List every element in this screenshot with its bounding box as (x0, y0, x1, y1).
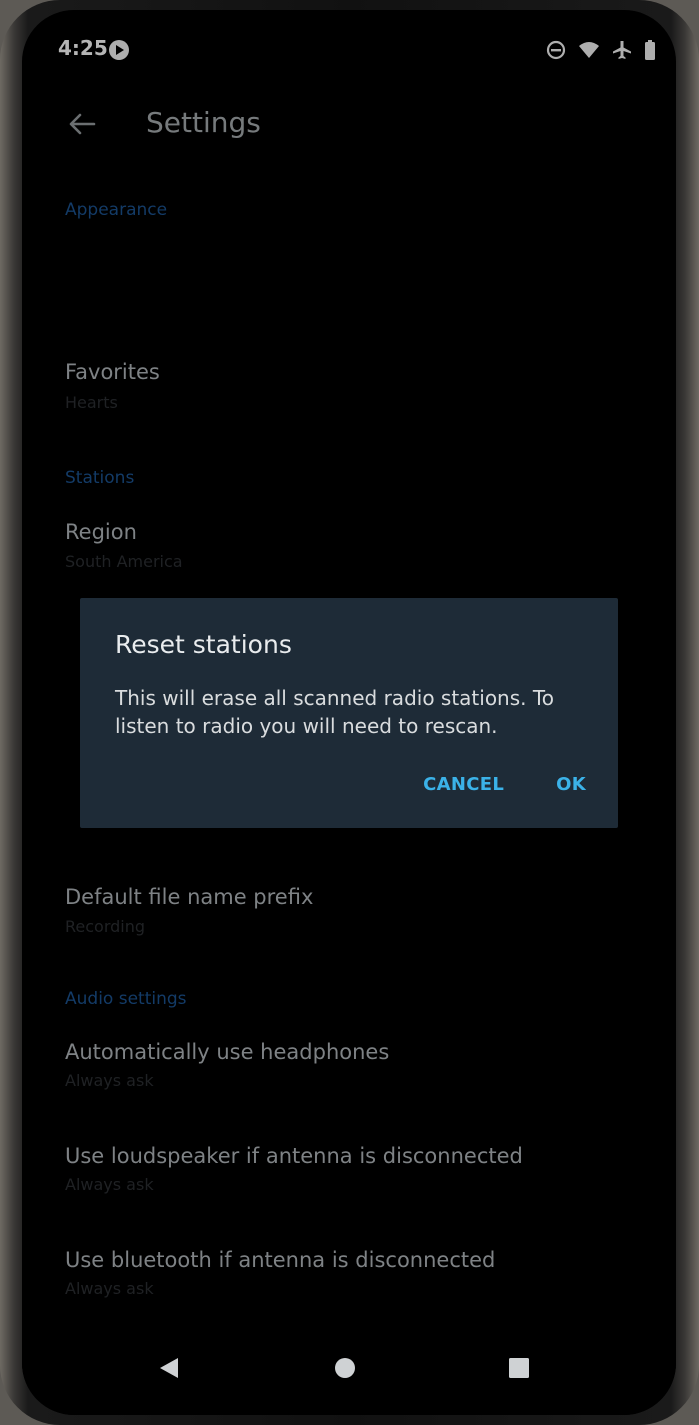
nav-back-button[interactable] (154, 1355, 184, 1385)
reset-stations-dialog: Reset stations This will erase all scann… (80, 598, 618, 828)
nav-back-icon (158, 1356, 180, 1384)
nav-home-button[interactable] (330, 1355, 360, 1385)
nav-recents-button[interactable] (504, 1355, 534, 1385)
dialog-message: This will erase all scanned radio statio… (115, 686, 554, 738)
nav-home-icon (334, 1357, 356, 1383)
cancel-button[interactable]: CANCEL (417, 770, 510, 799)
nav-recents-icon (508, 1357, 530, 1383)
ok-button[interactable]: OK (550, 770, 592, 799)
device-screen: 4:25 Settings Appearance Favorites Heart… (22, 10, 676, 1415)
device-frame: 4:25 Settings Appearance Favorites Heart… (0, 0, 699, 1425)
navigation-bar (22, 1315, 676, 1415)
dialog-title: Reset stations (115, 630, 292, 659)
dialog-actions: CANCEL OK (417, 770, 592, 799)
